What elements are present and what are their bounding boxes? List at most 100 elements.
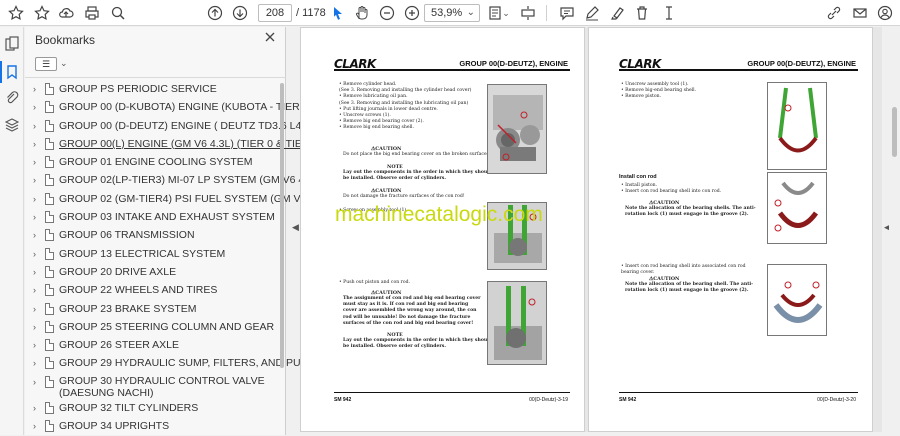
chevron-right-icon[interactable]: › — [33, 212, 36, 222]
bookmark-item[interactable]: › GROUP 22 WHEELS AND TIRES — [25, 282, 280, 300]
toolbar-divider — [546, 5, 547, 21]
zoom-search-icon[interactable] — [108, 3, 128, 23]
footer-page-number: 00(D-Deutz)-3-20 — [817, 397, 856, 403]
bookmark-doc-icon — [45, 284, 54, 297]
bookmark-item[interactable]: › GROUP 26 STEER AXLE — [25, 337, 280, 355]
bookmark-item[interactable]: › GROUP 23 BRAKE SYSTEM — [25, 301, 280, 319]
zoom-in-icon[interactable] — [402, 3, 422, 23]
note-text: Lay out the components in the order in w… — [343, 170, 493, 182]
bookmark-doc-icon — [45, 119, 54, 132]
comment-icon[interactable] — [557, 3, 577, 23]
install-con-rod-heading: Install con rod — [619, 174, 657, 180]
chevron-right-icon[interactable]: › — [33, 84, 36, 94]
panel-scrollbar[interactable] — [280, 83, 284, 368]
chevron-right-icon[interactable]: › — [33, 377, 36, 387]
scrollbar-thumb[interactable] — [892, 107, 897, 157]
chevron-right-icon[interactable]: › — [33, 267, 36, 277]
account-icon[interactable] — [875, 3, 895, 23]
bookmark-item[interactable]: › GROUP 25 STEERING COLUMN AND GEAR — [25, 319, 280, 337]
attachment-icon[interactable] — [4, 90, 20, 106]
document-scrollbar[interactable] — [889, 27, 900, 435]
panel-title: Bookmarks — [35, 33, 96, 47]
print-icon[interactable] — [82, 3, 102, 23]
page-group-title: GROUP 00(D-DEUTZ), ENGINE — [747, 59, 856, 68]
delete-trash-icon[interactable] — [632, 3, 652, 23]
bookmark-item[interactable]: › GROUP 00(L) ENGINE (GM V6 4.3L) (TIER 0… — [25, 136, 322, 154]
bookmark-item[interactable]: › GROUP 02(LP-TIER3) MI-07 LP SYSTEM (GM … — [25, 172, 317, 190]
bookmark-item[interactable]: › GROUP 20 DRIVE AXLE — [25, 264, 280, 282]
page-down-icon[interactable] — [230, 3, 250, 23]
caution-text: Note the allocation of the bearing shell… — [625, 282, 754, 294]
pdf-page-right: CLARK GROUP 00(D-DEUTZ), ENGINE • Unscre… — [588, 27, 873, 432]
chevron-right-icon[interactable]: › — [33, 322, 36, 332]
bookmark-item[interactable]: › GROUP 00 (D-KUBOTA) ENGINE (KUBOTA - TI… — [25, 99, 312, 117]
scroll-mode-icon[interactable] — [518, 3, 538, 23]
bookmark-item[interactable]: › GROUP 01 ENGINE COOLING SYSTEM — [25, 154, 280, 172]
page-thumbnails-icon[interactable] — [4, 36, 20, 52]
bookmark-item[interactable]: › GROUP 29 HYDRAULIC SUMP, FILTERS, AND P… — [25, 355, 316, 373]
link-edit-icon[interactable] — [824, 3, 844, 23]
star-icon[interactable] — [32, 3, 52, 23]
bookmark-list: › GROUP PS PERIODIC SERVICE › GROUP 00 (D-… — [25, 81, 347, 436]
footer-page-number: 00(D-Deutz)-3-19 — [529, 397, 568, 403]
upload-cloud-icon[interactable] — [56, 3, 76, 23]
bookmark-doc-icon — [45, 265, 54, 278]
bookmarks-icon[interactable] — [4, 64, 20, 80]
layers-icon[interactable] — [4, 117, 20, 133]
chevron-right-icon[interactable]: › — [33, 340, 36, 350]
zoom-level-select[interactable]: 53,9% ⌄ — [424, 4, 480, 22]
chevron-down-icon[interactable]: ⌄ — [500, 3, 512, 23]
bookmark-item[interactable]: › GROUP 32 TILT CYLINDERS — [25, 400, 280, 418]
select-cursor-icon[interactable] — [328, 3, 348, 23]
pen-draw-icon[interactable] — [582, 3, 602, 23]
collapse-left-panel-icon[interactable]: ◀ — [292, 222, 299, 233]
active-indicator — [0, 61, 2, 83]
bookmark-star-icon[interactable] — [6, 3, 26, 23]
chevron-right-icon[interactable]: › — [33, 358, 36, 368]
chevron-right-icon[interactable]: › — [33, 121, 36, 131]
chevron-right-icon[interactable]: › — [33, 139, 36, 149]
zoom-out-icon[interactable] — [377, 3, 397, 23]
chevron-right-icon[interactable]: › — [33, 285, 36, 295]
header-rule — [334, 69, 570, 71]
page-group-title: GROUP 00(D-DEUTZ), ENGINE — [459, 59, 568, 68]
note-text: Lay out the components in the order in w… — [343, 338, 493, 350]
piston-removal-image — [487, 281, 547, 365]
header-rule — [619, 69, 858, 71]
bookmark-item[interactable]: › GROUP 02 (GM-TIER4) PSI FUEL SYSTEM (GM… — [25, 191, 327, 209]
email-icon[interactable] — [850, 3, 870, 23]
chevron-right-icon[interactable]: › — [33, 230, 36, 240]
bookmark-item[interactable]: › GROUP 34 UPRIGHTS — [25, 418, 280, 436]
text-cursor-icon[interactable] — [659, 3, 679, 23]
pdf-page-left: CLARK GROUP 00(D-DEUTZ), ENGINE • Remove… — [300, 27, 585, 432]
chevron-right-icon[interactable]: › — [33, 403, 36, 413]
bookmark-item[interactable]: › GROUP PS PERIODIC SERVICE — [25, 81, 280, 99]
bookmark-doc-icon — [45, 174, 54, 187]
bookmark-item[interactable]: › GROUP 06 TRANSMISSION — [25, 227, 280, 245]
engine-crankcase-image — [487, 84, 547, 174]
hand-tool-icon[interactable] — [352, 3, 372, 23]
bookmark-item[interactable]: › GROUP 13 ELECTRICAL SYSTEM — [25, 246, 280, 264]
chevron-down-icon: ⌄ — [466, 7, 475, 18]
chevron-right-icon[interactable]: › — [33, 175, 36, 185]
bookmark-doc-icon — [45, 420, 54, 433]
close-icon[interactable] — [263, 30, 277, 44]
bookmark-item[interactable]: › GROUP 30 HYDRAULIC CONTROL VALVE (DAESU… — [25, 374, 280, 400]
bookmark-doc-icon — [45, 192, 54, 205]
bearing-cover-image — [767, 264, 827, 336]
chevron-right-icon[interactable]: › — [33, 421, 36, 431]
chevron-right-icon[interactable]: › — [33, 194, 36, 204]
chevron-right-icon[interactable]: › — [33, 304, 36, 314]
page-up-icon[interactable] — [205, 3, 225, 23]
bookmark-item[interactable]: › GROUP 03 INTAKE AND EXHAUST SYSTEM — [25, 209, 280, 227]
highlight-icon[interactable] — [607, 3, 627, 23]
chevron-right-icon[interactable]: › — [33, 249, 36, 259]
chevron-right-icon[interactable]: › — [33, 102, 36, 112]
chevron-down-icon[interactable]: ⌄ — [60, 58, 68, 69]
options-menu-icon[interactable]: ☰ — [35, 57, 57, 71]
bookmark-item[interactable]: › GROUP 00 (D-DEUTZ) ENGINE ( DEUTZ TD3.6… — [25, 118, 347, 136]
step-list: • Unscrew assembly tool (1). • Remove bi… — [621, 82, 697, 100]
chevron-right-icon[interactable]: › — [33, 157, 36, 167]
bookmark-doc-icon — [45, 83, 54, 95]
page-number-input[interactable]: 208 — [258, 4, 292, 22]
